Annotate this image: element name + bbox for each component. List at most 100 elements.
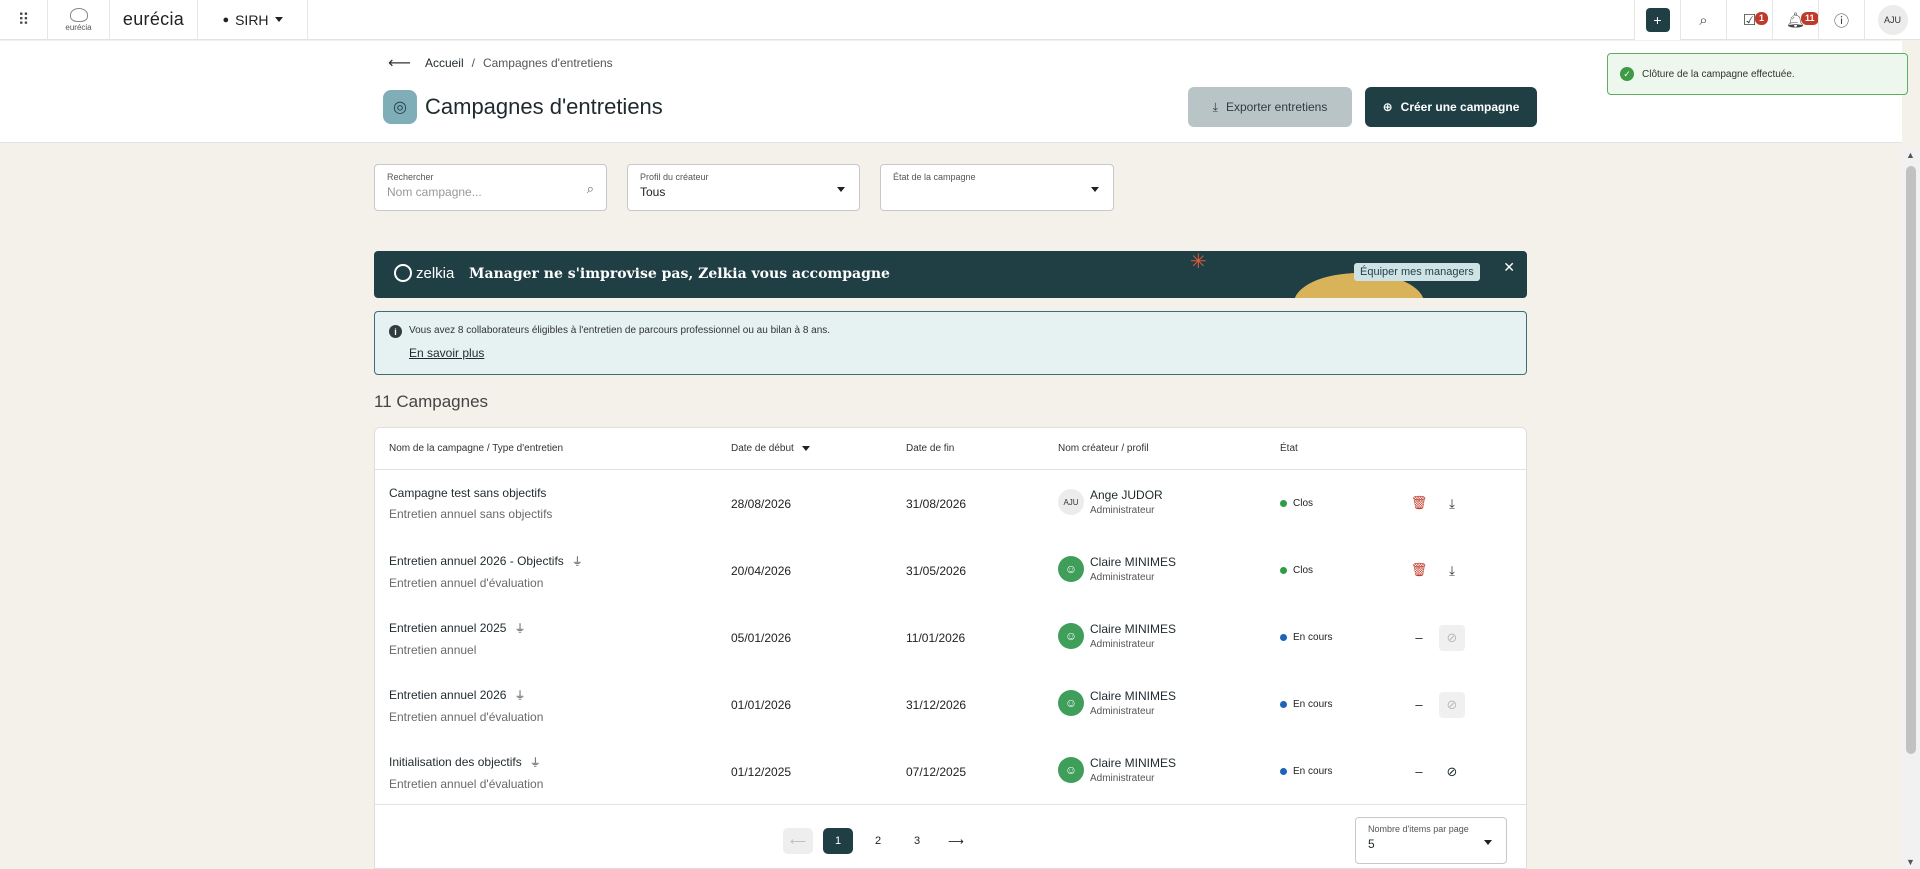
campaign-state-label: État de la campagne xyxy=(893,172,976,182)
export-label: Exporter entretiens xyxy=(1225,100,1328,114)
filter-icon: ⏚ xyxy=(529,757,541,769)
campaign-name[interactable]: Entretien annuel 2026 - Objectifs xyxy=(389,554,564,568)
apps-grid-icon[interactable]: ⠿ xyxy=(0,0,48,40)
start-date: 05/01/2026 xyxy=(731,631,792,645)
help-icon: ⓘ xyxy=(1833,12,1849,30)
toast-message: Clôture de la campagne effectuée. xyxy=(1642,68,1795,80)
end-date: 11/01/2026 xyxy=(906,631,966,645)
scroll-up-icon[interactable]: ▲ xyxy=(1906,150,1915,160)
table-row[interactable]: Entretien annuel 2025 ⏚ Entretien annuel 05… xyxy=(375,605,1526,672)
close-campaign-icon[interactable]: ⊘ xyxy=(1439,759,1465,785)
interview-type: Entretien annuel d'évaluation xyxy=(389,710,544,724)
campaign-name[interactable]: Entretien annuel 2025 xyxy=(389,621,506,635)
info-alert: i Vous avez 8 collaborateurs éligibles à… xyxy=(374,311,1527,375)
campaign-state-select[interactable]: État de la campagne xyxy=(880,164,1114,211)
search-icon: ⌕ xyxy=(586,181,594,196)
search-label: Rechercher xyxy=(387,172,434,182)
info-text: Vous avez 8 collaborateurs éligibles à l… xyxy=(409,325,831,336)
success-toast: ✓ Clôture de la campagne effectuée. xyxy=(1607,53,1908,95)
dash-icon: – xyxy=(1415,629,1423,645)
tasks-button[interactable]: ☑ 1 xyxy=(1726,0,1772,40)
check-circle-icon: ✓ xyxy=(1620,67,1634,81)
page-1-button[interactable]: 1 xyxy=(823,828,853,854)
scroll-thumb[interactable] xyxy=(1906,166,1916,754)
notifications-badge: 11 xyxy=(1801,12,1819,25)
start-date: 01/01/2026 xyxy=(731,698,792,712)
avatar: ☺ xyxy=(1058,556,1084,582)
creator-profile: Administrateur xyxy=(1090,706,1155,717)
dash-icon: – xyxy=(1415,696,1423,712)
module-label: SIRH xyxy=(235,11,269,28)
creator-name: Claire MINIMES xyxy=(1090,756,1177,770)
creator-profile: Administrateur xyxy=(1090,505,1155,516)
page-3-button[interactable]: 3 xyxy=(902,828,932,854)
plus-icon: + xyxy=(1645,8,1670,32)
status-label: En cours xyxy=(1293,632,1333,643)
filters-bar: Rechercher Nom campagne... ⌕ Profil du c… xyxy=(0,144,1902,231)
campaign-name[interactable]: Campagne test sans objectifs xyxy=(389,486,546,500)
module-switcher[interactable]: ● SIRH xyxy=(198,0,308,40)
next-page-button[interactable]: ⟶ xyxy=(941,828,971,854)
create-label: Créer une campagne xyxy=(1400,100,1520,114)
equip-managers-button[interactable]: Équiper mes managers xyxy=(1354,263,1480,281)
campaign-name[interactable]: Initialisation des objectifs xyxy=(389,755,522,769)
campaigns-table: Nom de la campagne / Type d'entretien Da… xyxy=(374,427,1527,869)
status-dot xyxy=(1280,768,1287,775)
download-icon[interactable]: ⤓ xyxy=(1439,558,1465,584)
status-label: Clos xyxy=(1293,498,1314,509)
filter-icon: ⏚ xyxy=(571,556,583,568)
create-campaign-button[interactable]: ⊕ Créer une campagne xyxy=(1365,87,1537,127)
breadcrumb-separator: / xyxy=(471,56,475,70)
logo-text: eurécia xyxy=(65,22,92,32)
table-row[interactable]: Entretien annuel 2026 ⏚ Entretien annuel d… xyxy=(375,672,1526,739)
page-scrollbar[interactable]: ▲ ▼ xyxy=(1902,148,1920,869)
breadcrumb: ⟵ Accueil / Campagnes d'entretiens xyxy=(388,53,613,73)
prev-page-button[interactable]: ⟵ xyxy=(783,828,813,854)
avatar: ☺ xyxy=(1058,623,1084,649)
notifications-button[interactable]: 🔔︎ 11 xyxy=(1772,0,1819,40)
help-button[interactable]: ⓘ xyxy=(1818,0,1864,40)
download-icon[interactable]: ⤓ xyxy=(1439,491,1465,517)
avatar: AJU xyxy=(1058,489,1084,515)
interview-type: Entretien annuel d'évaluation xyxy=(389,777,544,791)
table-row[interactable]: Entretien annuel 2026 - Objectifs ⏚ Entret… xyxy=(375,538,1526,605)
table-row[interactable]: Campagne test sans objectifs Entretien an… xyxy=(375,471,1526,538)
close-icon[interactable]: ✕ xyxy=(1503,259,1515,276)
avatar: ☺ xyxy=(1058,757,1084,783)
export-button[interactable]: ⤓ Exporter entretiens xyxy=(1188,87,1352,127)
learn-more-link[interactable]: En savoir plus xyxy=(409,346,484,360)
interview-icon: ◎ xyxy=(383,90,417,124)
quick-create-button[interactable]: + xyxy=(1634,0,1680,40)
creator-profile-select[interactable]: Profil du créateur Tous xyxy=(627,164,860,211)
creator-name: Claire MINIMES xyxy=(1090,622,1177,636)
brand-name[interactable]: eurécia xyxy=(110,0,198,40)
end-date: 07/12/2025 xyxy=(906,765,967,779)
close-campaign-icon: ⊘ xyxy=(1439,625,1465,651)
creator-name: Ange JUDOR xyxy=(1090,488,1163,502)
scroll-down-icon[interactable]: ▼ xyxy=(1906,857,1915,867)
eurecia-logo[interactable]: eurécia xyxy=(48,0,110,40)
creator-profile: Administrateur xyxy=(1090,572,1155,583)
end-date: 31/12/2026 xyxy=(906,698,967,712)
user-menu[interactable]: AJU xyxy=(1864,0,1920,40)
trash-icon[interactable]: 🗑︎ xyxy=(1409,493,1429,513)
breadcrumb-home[interactable]: Accueil xyxy=(425,56,464,70)
plus-circle-icon: ⊕ xyxy=(1382,100,1393,114)
table-row[interactable]: Initialisation des objectifs ⏚ Entretien a… xyxy=(375,739,1526,806)
search-input[interactable]: Rechercher Nom campagne... ⌕ xyxy=(374,164,607,211)
search-button[interactable]: ⌕ xyxy=(1680,0,1726,40)
items-per-page-select[interactable]: Nombre d'items par page 5 xyxy=(1355,817,1507,864)
header-start-label: Date de début xyxy=(731,443,794,454)
creator-name: Claire MINIMES xyxy=(1090,689,1177,703)
campaign-name[interactable]: Entretien annuel 2026 xyxy=(389,688,506,702)
drop-icon: ● xyxy=(222,13,230,26)
page-2-button[interactable]: 2 xyxy=(863,828,893,854)
header-start-date[interactable]: Date de début xyxy=(731,443,810,454)
header-state: État xyxy=(1280,443,1298,454)
items-per-page-value: 5 xyxy=(1368,837,1375,851)
pagination: ⟵ 1 2 3 ⟶ Nombre d'items par page 5 xyxy=(375,804,1526,869)
back-arrow-icon[interactable]: ⟵ xyxy=(388,53,411,73)
trash-icon[interactable]: 🗑︎ xyxy=(1409,560,1429,580)
download-icon: ⤓ xyxy=(1212,99,1218,114)
start-date: 28/08/2026 xyxy=(731,497,792,511)
